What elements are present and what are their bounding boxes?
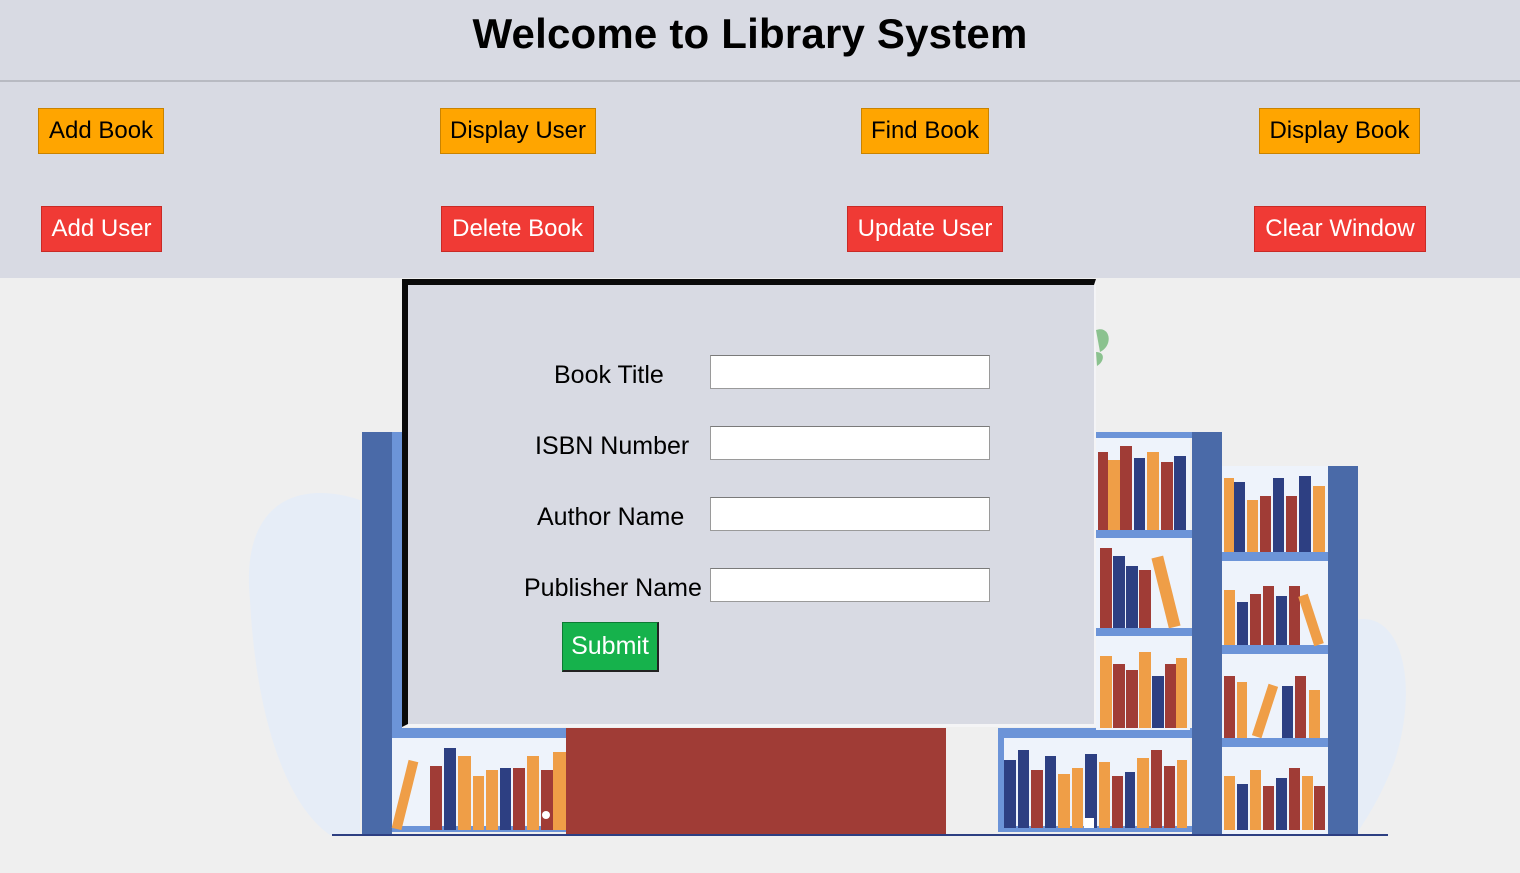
add-user-button[interactable]: Add User bbox=[41, 206, 162, 252]
author-name-label: Author Name bbox=[537, 503, 685, 531]
button-panel: Add Book Display User Find Book Display … bbox=[0, 82, 1520, 278]
submit-button[interactable]: Submit bbox=[562, 622, 659, 672]
clear-window-button[interactable]: Clear Window bbox=[1254, 206, 1426, 252]
update-user-button[interactable]: Update User bbox=[847, 206, 1003, 252]
add-book-form: Book Title ISBN Number Author Name Publi… bbox=[402, 279, 1096, 727]
isbn-number-input[interactable] bbox=[710, 426, 990, 460]
add-book-button[interactable]: Add Book bbox=[38, 108, 164, 154]
author-name-input[interactable] bbox=[710, 497, 990, 531]
page-title: Welcome to Library System bbox=[472, 10, 1028, 57]
find-book-button[interactable]: Find Book bbox=[861, 108, 989, 154]
header-bar: Welcome to Library System bbox=[0, 0, 1520, 82]
book-title-label: Book Title bbox=[554, 361, 664, 389]
publisher-name-label: Publisher Name bbox=[524, 574, 702, 602]
isbn-number-label: ISBN Number bbox=[535, 432, 690, 460]
publisher-name-input[interactable] bbox=[710, 568, 990, 602]
delete-book-button[interactable]: Delete Book bbox=[441, 206, 594, 252]
book-title-input[interactable] bbox=[710, 355, 990, 389]
display-user-button[interactable]: Display User bbox=[440, 108, 596, 154]
display-book-button[interactable]: Display Book bbox=[1259, 108, 1420, 154]
